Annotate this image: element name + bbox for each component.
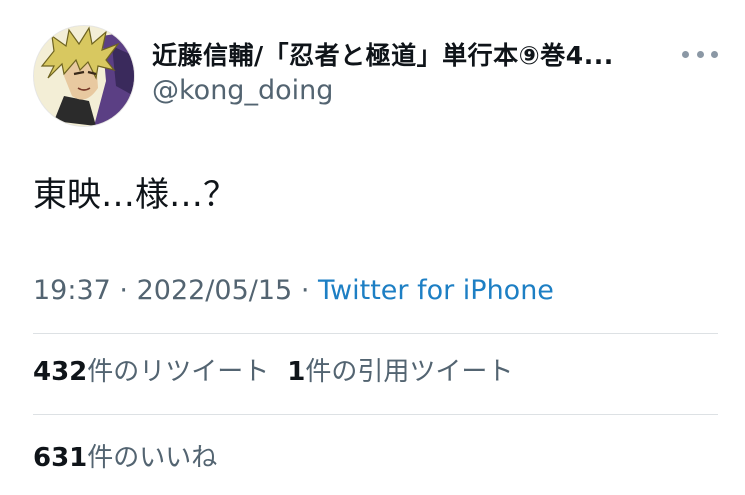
dot-icon bbox=[711, 50, 718, 58]
retweets-label: 件のリツイート bbox=[87, 357, 270, 387]
author-display-name[interactable]: 近藤信輔/「忍者と極道」単行本⑨巻4... bbox=[152, 40, 672, 72]
anime-character-avatar-icon bbox=[34, 26, 134, 126]
likes-label: 件のいいね bbox=[87, 443, 218, 473]
meta-separator: · bbox=[119, 275, 128, 306]
tweet-date[interactable]: 2022/05/15 bbox=[137, 275, 293, 306]
tweet-text: 東映…様…？ bbox=[33, 175, 237, 215]
dot-icon bbox=[682, 50, 689, 58]
likes-link[interactable]: 631件のいいね bbox=[33, 440, 217, 476]
quotes-label: 件の引用ツイート bbox=[305, 357, 514, 387]
tweet-time[interactable]: 19:37 bbox=[33, 275, 111, 306]
engagement-stats: 432件のリツイート 1件の引用ツイート bbox=[33, 354, 513, 390]
quotes-count: 1 bbox=[287, 357, 306, 387]
retweets-count: 432 bbox=[33, 357, 88, 387]
tweet-detail: 近藤信輔/「忍者と極道」単行本⑨巻4... @kong_doing 東映…様…？… bbox=[0, 0, 745, 495]
tweet-source-link[interactable]: Twitter for iPhone bbox=[318, 275, 554, 306]
divider bbox=[33, 333, 718, 334]
author-handle[interactable]: @kong_doing bbox=[152, 74, 333, 108]
likes-count: 631 bbox=[33, 443, 88, 473]
quotes-link[interactable]: 1件の引用ツイート bbox=[287, 357, 513, 387]
avatar[interactable] bbox=[33, 25, 135, 127]
divider bbox=[33, 414, 718, 415]
retweets-link[interactable]: 432件のリツイート bbox=[33, 357, 269, 387]
more-options-icon[interactable] bbox=[682, 42, 718, 66]
tweet-timestamp: 19:37 · 2022/05/15 · Twitter for iPhone bbox=[33, 273, 554, 309]
dot-icon bbox=[696, 50, 704, 58]
meta-separator: · bbox=[300, 275, 310, 306]
